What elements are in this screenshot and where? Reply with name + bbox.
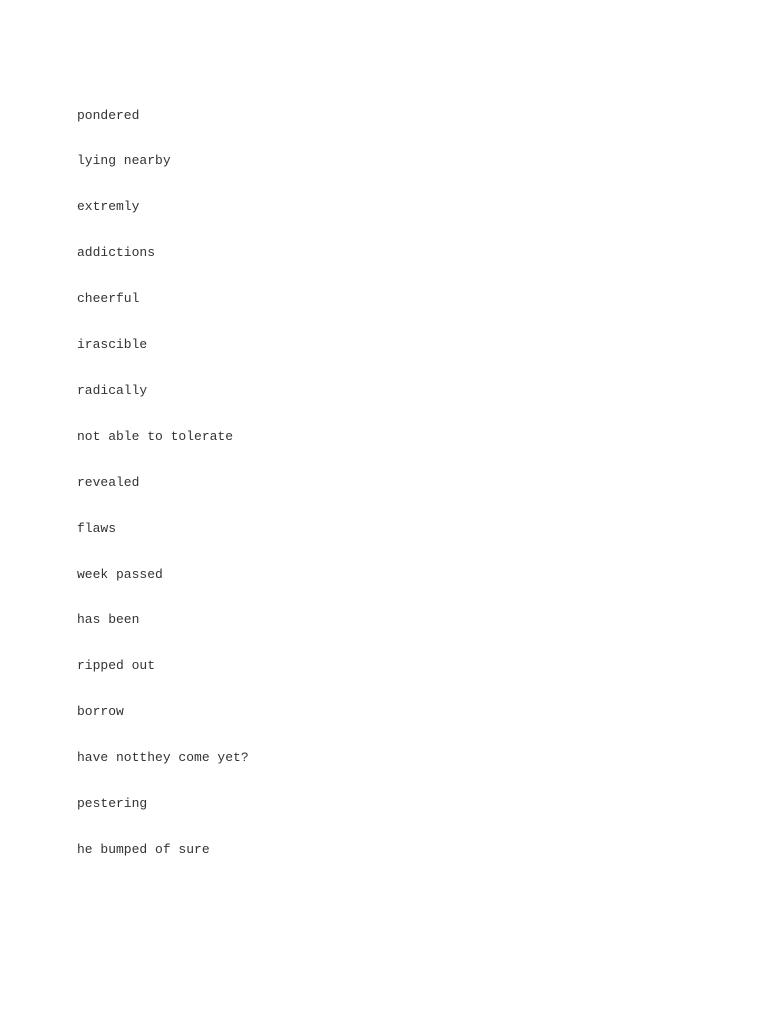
list-item: radically (77, 382, 148, 398)
list-item: borrow (77, 704, 124, 720)
list-item: have notthey come yet? (77, 750, 249, 766)
list-item: he bumped of sure (77, 841, 210, 857)
document-page: pondered lying nearby extremly addiction… (0, 0, 768, 1024)
list-item: not able to tolerate (77, 428, 234, 444)
list-item: irascible (77, 337, 148, 353)
list-item: flaws (77, 520, 117, 536)
list-item: pondered (77, 107, 140, 123)
list-item: cheerful (77, 291, 140, 307)
list-item: week passed (77, 566, 163, 582)
word-list: pondered lying nearby extremly addiction… (77, 77, 249, 888)
list-item: revealed (77, 474, 140, 490)
list-item: pestering (77, 795, 148, 811)
list-item: has been (77, 612, 140, 628)
list-item: lying nearby (77, 153, 171, 169)
list-item: ripped out (77, 658, 156, 674)
list-item: addictions (77, 245, 156, 261)
list-item: extremly (77, 199, 140, 215)
